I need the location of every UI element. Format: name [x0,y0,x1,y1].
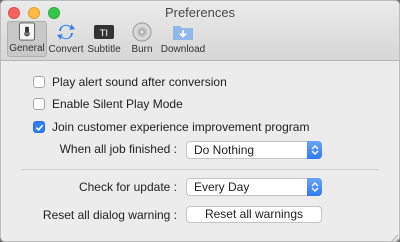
tab-download-label: Download [160,44,206,55]
when-finished-label: When all job finished : [59,142,177,156]
tab-download[interactable]: Download [161,21,205,57]
tab-subtitle[interactable]: TI Subtitle [85,21,123,57]
resize-grip-icon[interactable] [387,231,399,242]
tab-general-label: General [9,43,45,54]
check-update-popup[interactable]: Every Day [186,178,322,196]
play-alert-sound-checkbox[interactable] [33,76,45,88]
when-finished-value: Do Nothing [194,143,255,157]
preferences-window: Preferences General Convert TI Subtitle … [0,0,400,242]
burn-disc-icon [132,22,152,42]
download-folder-icon [173,26,193,40]
subtitle-icon: TI [94,25,114,39]
svg-text:TI: TI [99,29,108,39]
tab-subtitle-label: Subtitle [87,44,121,55]
divider [21,169,379,170]
check-update-label: Check for update : [78,180,177,194]
check-update-value: Every Day [194,180,250,194]
silent-play-mode-label: Enable Silent Play Mode [52,97,183,111]
join-program-checkbox[interactable] [33,121,45,133]
general-pane: Play alert sound after conversion Enable… [1,62,399,242]
tab-convert-label: Convert [48,44,84,55]
tab-burn[interactable]: Burn [123,21,161,57]
tab-convert[interactable]: Convert [47,21,85,57]
join-program-label: Join customer experience improvement pro… [52,120,310,134]
updown-arrows-icon [307,178,322,196]
option-join-customer-program[interactable]: Join customer experience improvement pro… [33,120,309,134]
general-switch-icon [18,22,36,41]
tab-general[interactable]: General [7,21,47,57]
silent-play-mode-checkbox[interactable] [33,98,45,110]
when-finished-popup[interactable]: Do Nothing [186,141,322,159]
reset-warning-label: Reset all dialog warning : [42,208,177,222]
tab-burn-label: Burn [131,44,153,55]
option-silent-play-mode[interactable]: Enable Silent Play Mode [33,97,183,111]
convert-arrows-icon [57,24,75,40]
preferences-toolbar: General Convert TI Subtitle Burn Downloa… [7,21,205,57]
play-alert-sound-label: Play alert sound after conversion [52,75,227,89]
reset-all-warnings-button[interactable]: Reset all warnings [186,206,322,223]
updown-arrows-icon [307,141,322,159]
title-bar: Preferences General Convert TI Subtitle … [1,1,399,61]
window-title: Preferences [164,5,236,20]
checkmark-icon [35,124,43,131]
option-play-alert-sound[interactable]: Play alert sound after conversion [33,75,227,89]
